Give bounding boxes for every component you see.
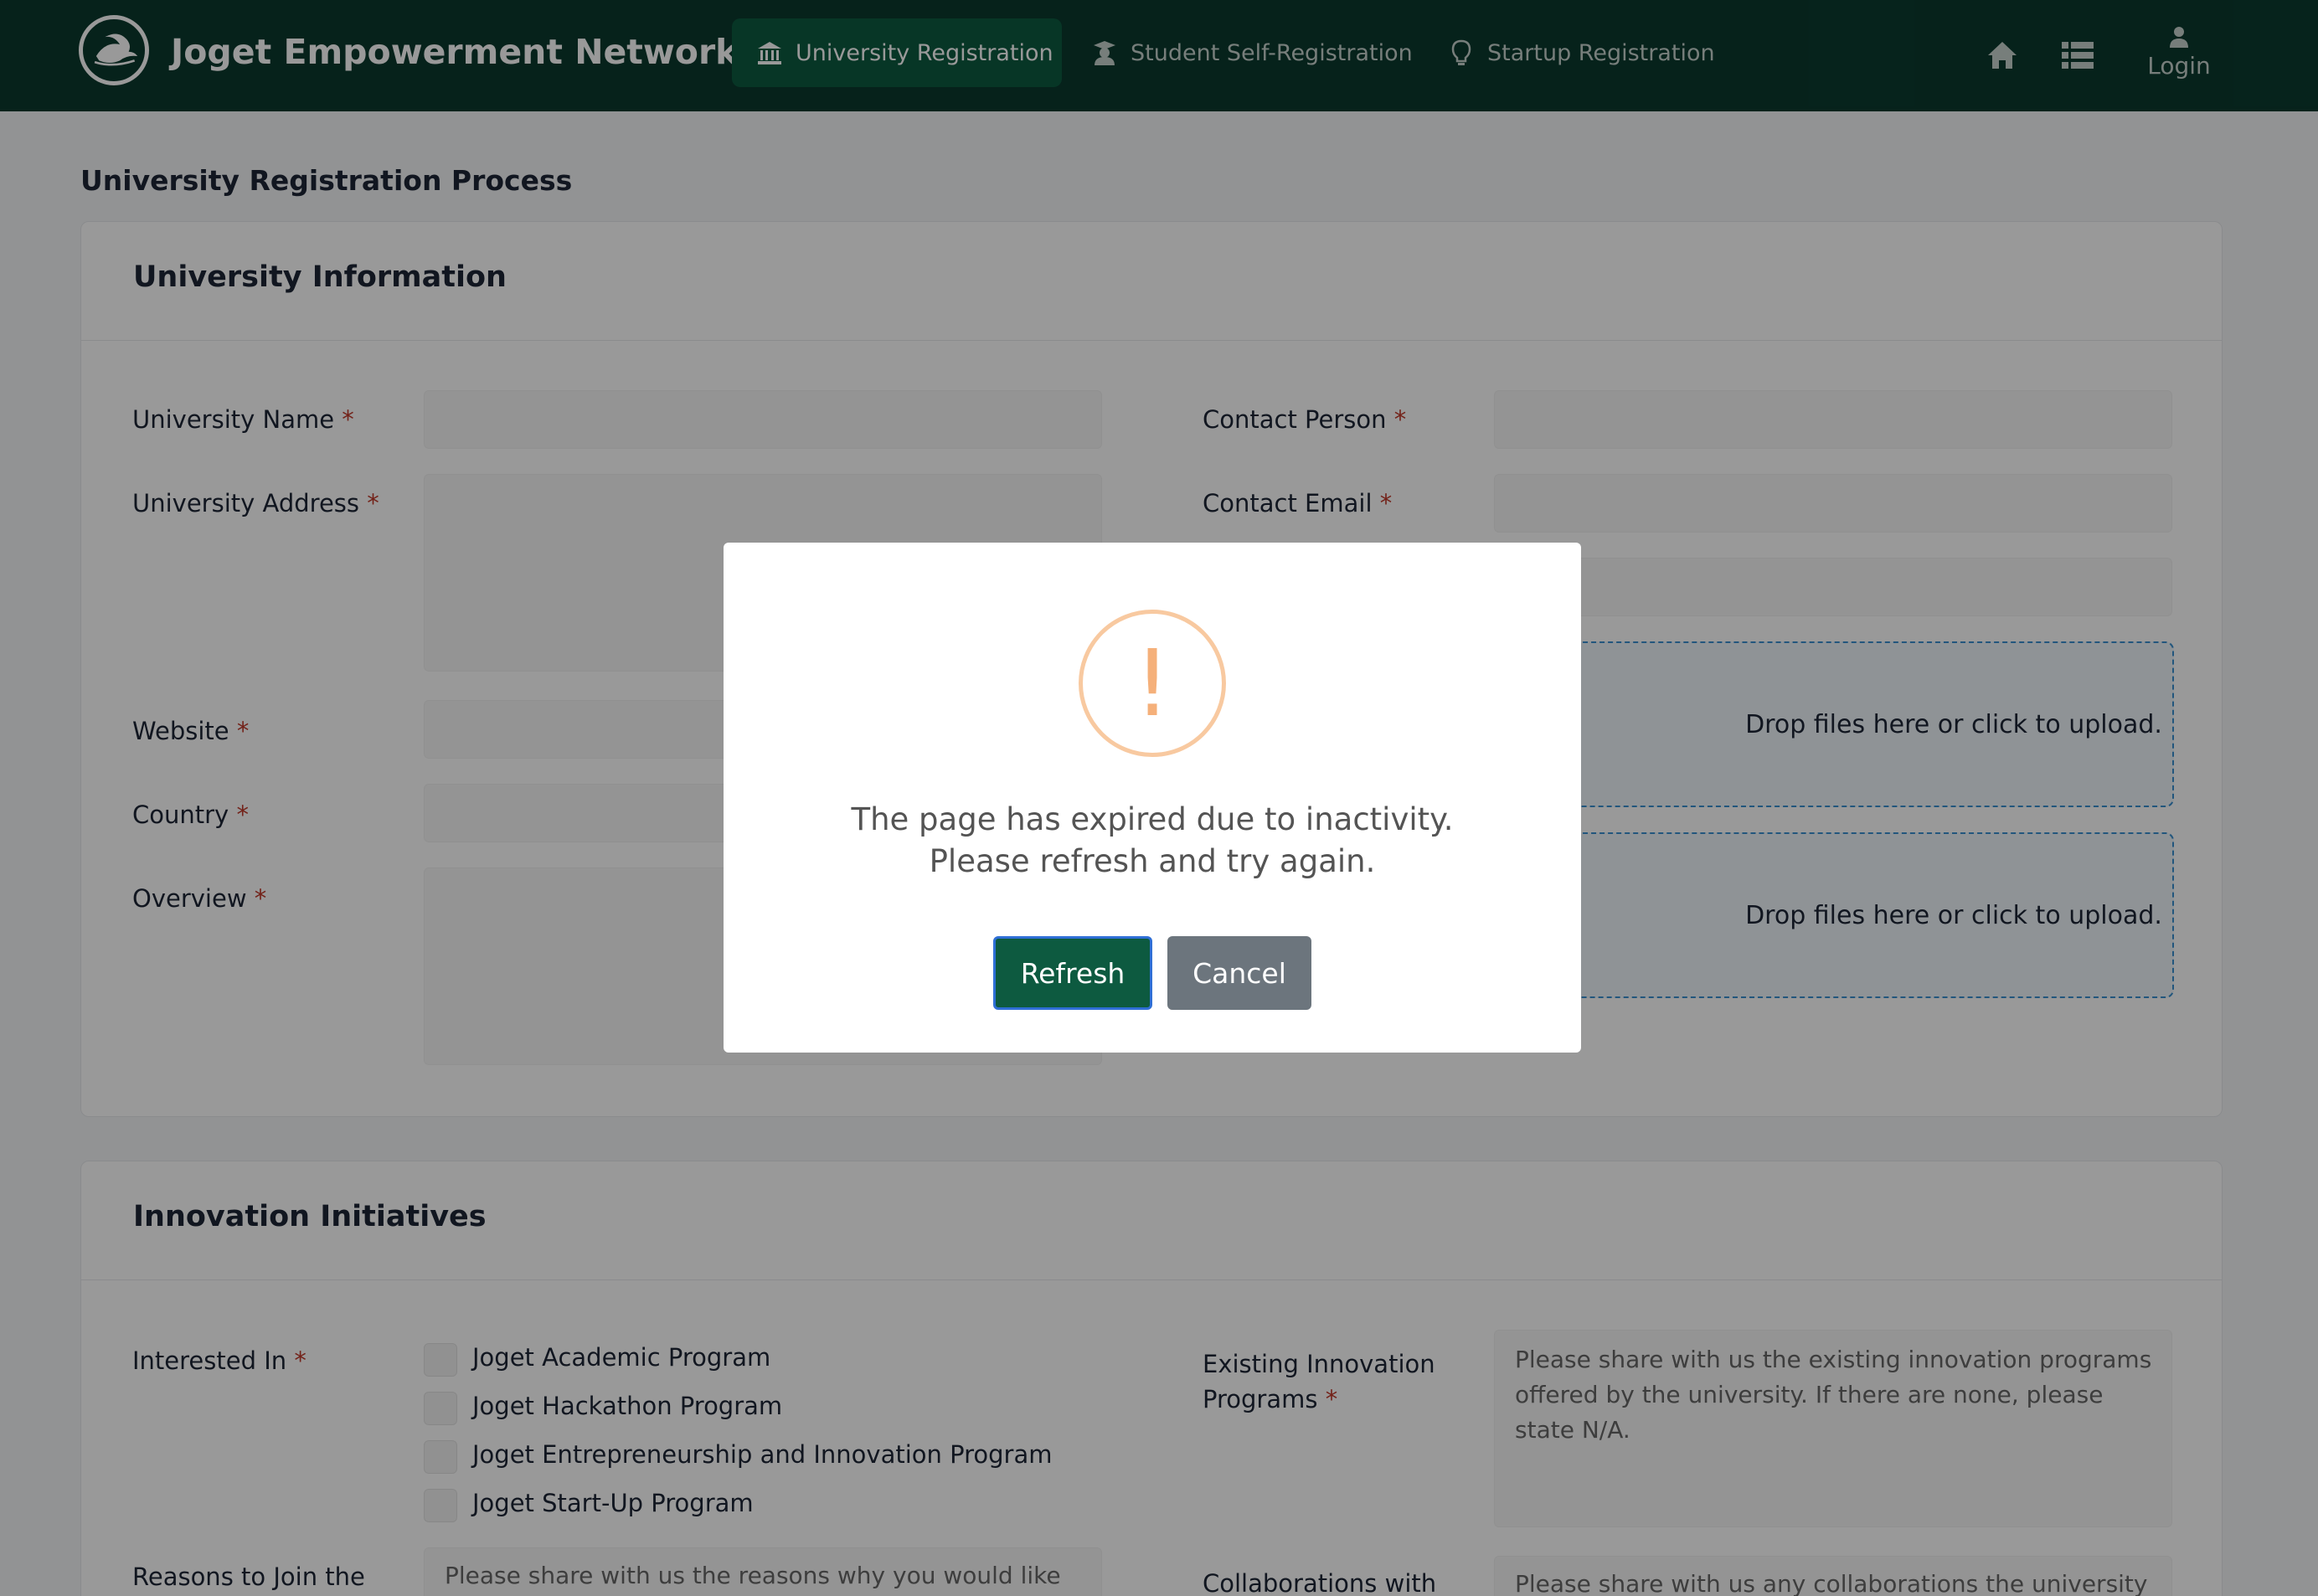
warning-icon: ! [1079,610,1226,757]
dialog-message-line: The page has expired due to inactivity. [851,801,1454,837]
cancel-button[interactable]: Cancel [1167,936,1311,1010]
session-expired-dialog: ! The page has expired due to inactivity… [724,543,1581,1053]
dialog-message-line: Please refresh and try again. [929,843,1376,879]
dialog-message: The page has expired due to inactivity. … [724,799,1581,883]
refresh-button[interactable]: Refresh [993,936,1152,1010]
